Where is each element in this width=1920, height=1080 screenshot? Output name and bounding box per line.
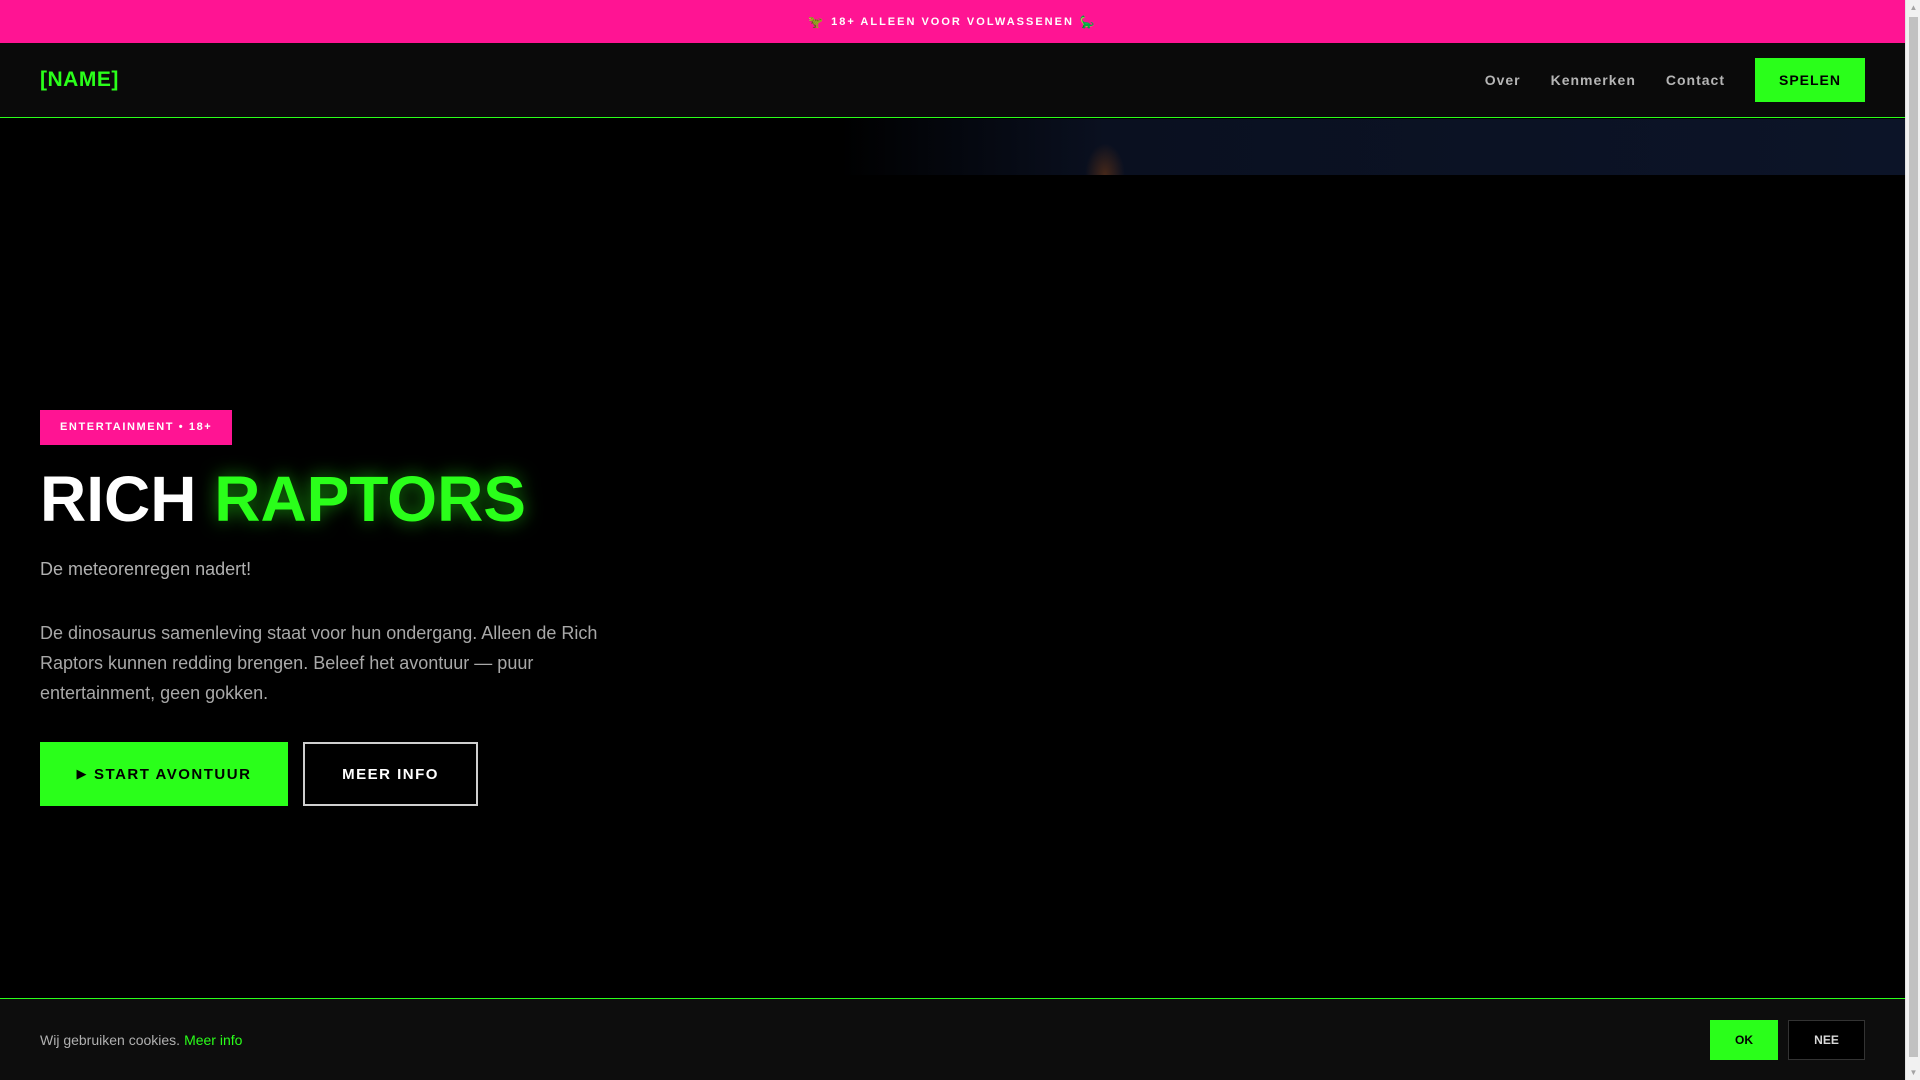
title-main: RICH	[40, 463, 197, 535]
start-adventure-button[interactable]: ▶ START AVONTUUR	[40, 742, 288, 806]
cookie-more-info-link[interactable]: Meer info	[184, 1032, 242, 1048]
start-adventure-label: START AVONTUUR	[94, 765, 252, 783]
cookie-accept-button[interactable]: OK	[1710, 1019, 1778, 1060]
cookie-message: Wij gebruiken cookies.	[40, 1031, 181, 1048]
cookie-actions: OK NEE	[1710, 1019, 1865, 1060]
page: 🦖 18+ ALLEEN VOOR VOLWASSENEN 🦕 [NAME] O…	[0, 0, 1905, 1080]
hero-background-strip	[840, 119, 1905, 175]
dinosaur-icon: 🦖	[808, 14, 826, 29]
scrollbar-thumb[interactable]	[1909, 17, 1918, 1057]
play-icon: ▶	[76, 766, 89, 781]
scroll-up-icon[interactable]: ▲	[1906, 0, 1920, 15]
page-title: RICH RAPTORS	[40, 467, 660, 531]
nav-link-contact[interactable]: Contact	[1666, 72, 1725, 88]
hero-subtitle: De meteorenregen nadert!	[40, 559, 252, 579]
nav-links: Over Kenmerken Contact SPELEN	[1455, 58, 1865, 102]
scroll-down-icon[interactable]: ▼	[1906, 1065, 1920, 1080]
vertical-scrollbar[interactable]: ▲ ▼	[1905, 0, 1920, 1080]
play-button[interactable]: SPELEN	[1755, 58, 1865, 102]
title-accent: RAPTORS	[214, 463, 526, 535]
cookie-decline-button[interactable]: NEE	[1788, 1019, 1865, 1060]
cookie-text: Wij gebruiken cookies. Meer info	[40, 1032, 242, 1048]
navbar: [NAME] Over Kenmerken Contact SPELEN	[0, 43, 1905, 118]
sauropod-icon: 🦕	[1079, 14, 1097, 29]
nav-link-kenmerken[interactable]: Kenmerken	[1551, 72, 1636, 88]
nav-link-over[interactable]: Over	[1485, 72, 1521, 88]
age-banner-text: 18+ ALLEEN VOOR VOLWASSENEN	[831, 15, 1074, 28]
age-banner: 🦖 18+ ALLEEN VOOR VOLWASSENEN 🦕	[0, 0, 1905, 43]
cookie-bar: Wij gebruiken cookies. Meer info OK NEE	[0, 998, 1905, 1080]
hero-background-glow	[1085, 143, 1125, 175]
hero-description: De dinosaurus samenleving staat voor hun…	[40, 623, 598, 703]
hero-section: ENTERTAINMENT • 18+ RICH RAPTORS De mete…	[40, 410, 660, 806]
category-tag: ENTERTAINMENT • 18+	[40, 410, 233, 445]
hero-actions: ▶ START AVONTUUR MEER INFO	[40, 742, 660, 806]
more-info-button[interactable]: MEER INFO	[303, 742, 478, 806]
brand-logo[interactable]: [NAME]	[40, 68, 119, 92]
